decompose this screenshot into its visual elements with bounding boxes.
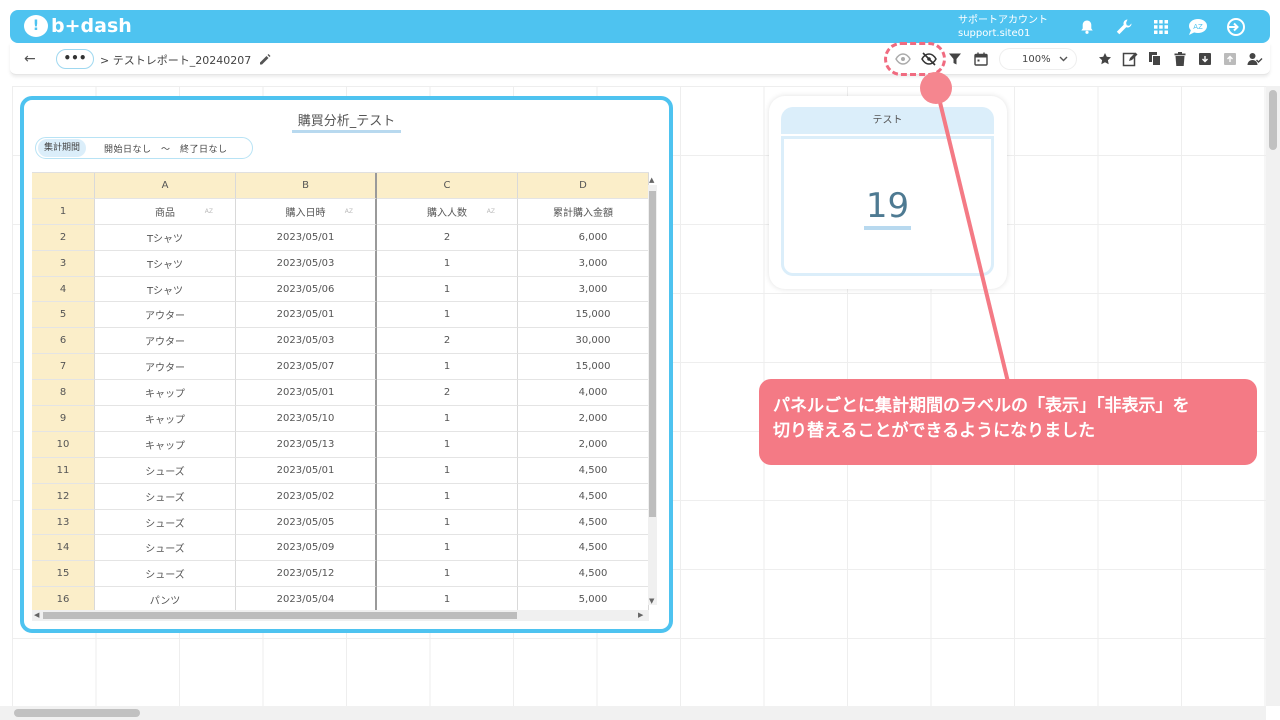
annotation-callout: パネルごとに集計期間のラベルの「表示」「非表示」を 切り替えることができるように… — [759, 379, 1257, 465]
callout-pointer-line — [935, 89, 1010, 383]
scroll-thumb[interactable] — [1269, 90, 1277, 150]
page-horizontal-scrollbar[interactable] — [0, 706, 1266, 720]
page-vertical-scrollbar[interactable] — [1266, 86, 1280, 706]
callout-line-2: 切り替えることができるようになりました — [773, 421, 1096, 441]
callout-line-1: パネルごとに集計期間のラベルの「表示」「非表示」を — [773, 396, 1190, 416]
scroll-thumb[interactable] — [14, 709, 140, 717]
callout-pin — [920, 72, 952, 104]
